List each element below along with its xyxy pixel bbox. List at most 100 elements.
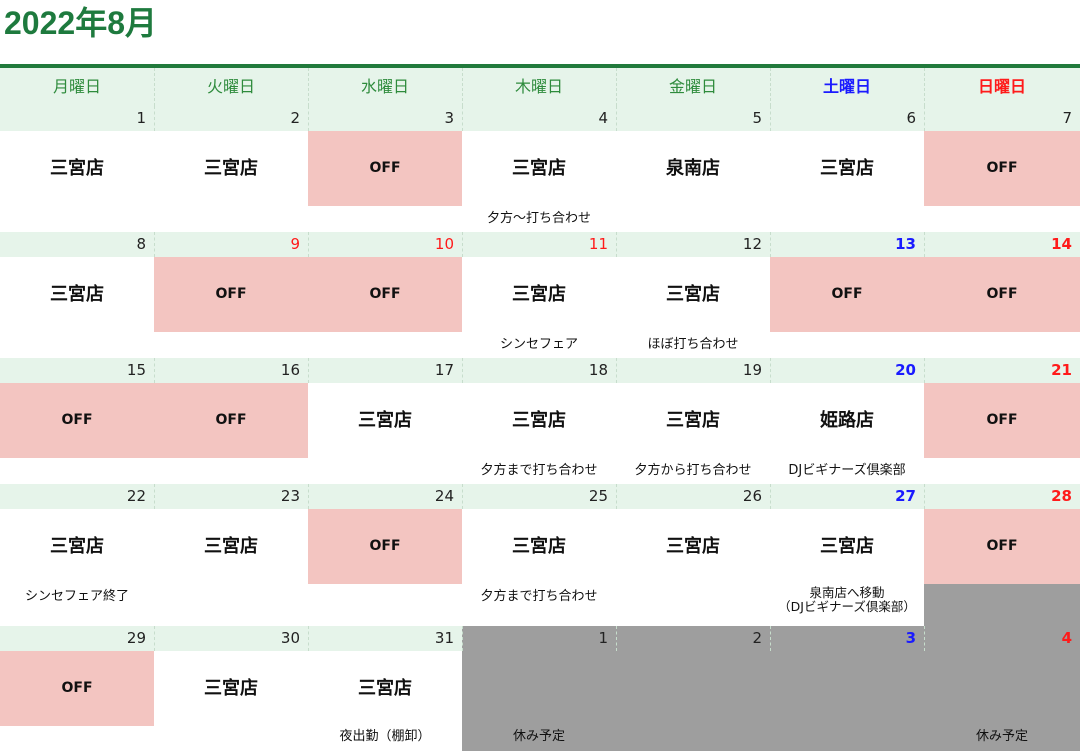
- calendar-day[interactable]: 7 OFF: [924, 106, 1080, 232]
- day-divider: [462, 232, 463, 257]
- day-divider: [154, 626, 155, 651]
- day-number: 31: [434, 629, 454, 647]
- day-divider: [308, 106, 309, 131]
- store-label: 三宮店: [512, 536, 566, 557]
- header-divider: [770, 68, 771, 106]
- day-number: 13: [895, 235, 916, 253]
- calendar-day[interactable]: 22 三宮店 シンセフェア終了: [0, 484, 154, 610]
- calendar-day[interactable]: 29 OFF: [0, 626, 154, 751]
- day-number: 19: [742, 361, 762, 379]
- off-label: OFF: [0, 383, 154, 458]
- calendar-day[interactable]: 3 OFF: [308, 106, 462, 232]
- calendar-day[interactable]: 21 OFF: [924, 358, 1080, 484]
- day-note: 泉南店へ移動 （DJビギナーズ倶楽部）: [778, 585, 916, 614]
- calendar-day[interactable]: 28 OFF: [924, 484, 1080, 626]
- day-note: 夕方まで打ち合わせ: [480, 589, 598, 604]
- day-number: 3: [444, 109, 454, 127]
- calendar-day[interactable]: 30 三宮店: [154, 626, 308, 751]
- day-number: 23: [280, 487, 300, 505]
- day-number: 9: [290, 235, 300, 253]
- day-divider: [924, 232, 925, 257]
- off-label: OFF: [308, 257, 462, 332]
- page-title: 2022年8月: [4, 5, 157, 41]
- calendar-day[interactable]: 16 OFF: [154, 358, 308, 484]
- day-number: 16: [280, 361, 300, 379]
- header-divider: [462, 68, 463, 106]
- day-number: 17: [434, 361, 454, 379]
- day-number: 20: [895, 361, 916, 379]
- day-number: 21: [1051, 361, 1072, 379]
- day-divider: [616, 358, 617, 383]
- calendar-day[interactable]: 2 三宮店: [154, 106, 308, 232]
- day-number: 4: [598, 109, 608, 127]
- calendar-day[interactable]: 9 OFF: [154, 232, 308, 358]
- off-label: OFF: [924, 383, 1080, 458]
- calendar-day[interactable]: 17 三宮店: [308, 358, 462, 484]
- calendar-day[interactable]: 31 三宮店 夜出勤（棚卸）: [308, 626, 462, 751]
- calendar-day[interactable]: 18 三宮店 夕方まで打ち合わせ: [462, 358, 616, 484]
- calendar-day-other-month[interactable]: 3: [770, 626, 924, 751]
- store-label: 三宮店: [820, 158, 874, 179]
- calendar-day-other-month[interactable]: 4 休み予定: [924, 626, 1080, 751]
- day-number: 11: [588, 235, 608, 253]
- day-divider: [462, 484, 463, 509]
- calendar-day[interactable]: 24 OFF: [308, 484, 462, 610]
- day-note: シンセフェア終了: [24, 589, 129, 604]
- store-label: 三宮店: [358, 410, 412, 431]
- off-label: OFF: [924, 509, 1080, 584]
- day-number: 12: [742, 235, 762, 253]
- calendar-day[interactable]: 20 姫路店 DJビギナーズ倶楽部: [770, 358, 924, 484]
- header-divider: [154, 68, 155, 106]
- calendar-day[interactable]: 4 三宮店 夕方～打ち合わせ: [462, 106, 616, 232]
- day-number: 2: [752, 629, 762, 647]
- day-divider: [154, 232, 155, 257]
- calendar-day-other-month[interactable]: 2: [616, 626, 770, 751]
- weekday-label: 金曜日: [668, 77, 717, 96]
- store-label: 三宮店: [512, 158, 566, 179]
- calendar-day[interactable]: 15 OFF: [0, 358, 154, 484]
- off-label: OFF: [154, 383, 308, 458]
- calendar-day[interactable]: 13 OFF: [770, 232, 924, 358]
- calendar-day[interactable]: 10 OFF: [308, 232, 462, 358]
- calendar-day[interactable]: 12 三宮店 ほぼ打ち合わせ: [616, 232, 770, 358]
- store-label: 三宮店: [204, 678, 258, 699]
- day-divider: [308, 232, 309, 257]
- day-number: 26: [742, 487, 762, 505]
- day-number: 7: [1062, 109, 1072, 127]
- grey-filler: [924, 584, 1080, 626]
- day-number: 5: [752, 109, 762, 127]
- day-divider: [924, 484, 925, 509]
- calendar-day[interactable]: 26 三宮店: [616, 484, 770, 610]
- calendar-day[interactable]: 6 三宮店: [770, 106, 924, 232]
- store-label: 姫路店: [820, 410, 874, 431]
- day-divider: [616, 106, 617, 131]
- calendar-day[interactable]: 27 三宮店 泉南店へ移動 （DJビギナーズ倶楽部）: [770, 484, 924, 614]
- calendar-day[interactable]: 19 三宮店 夕方から打ち合わせ: [616, 358, 770, 484]
- day-divider: [616, 484, 617, 509]
- weekday-label: 水曜日: [360, 77, 409, 96]
- off-label: OFF: [308, 131, 462, 206]
- store-label: 三宮店: [50, 284, 104, 305]
- store-label: 三宮店: [666, 536, 720, 557]
- calendar-day[interactable]: 5 泉南店: [616, 106, 770, 232]
- day-divider: [308, 358, 309, 383]
- calendar-day[interactable]: 11 三宮店 シンセフェア: [462, 232, 616, 358]
- calendar-day-other-month[interactable]: 1 休み予定: [462, 626, 616, 751]
- calendar-day[interactable]: 8 三宮店: [0, 232, 154, 358]
- off-label: OFF: [924, 131, 1080, 206]
- day-note: 夕方まで打ち合わせ: [480, 463, 598, 478]
- weekday-label: 火曜日: [206, 77, 255, 96]
- weekday-label: 日曜日: [977, 77, 1026, 96]
- calendar-day[interactable]: 25 三宮店 夕方まで打ち合わせ: [462, 484, 616, 610]
- day-note: ほぼ打ち合わせ: [647, 337, 739, 352]
- day-note: DJビギナーズ倶楽部: [788, 463, 906, 478]
- calendar-day[interactable]: 1 三宮店: [0, 106, 154, 232]
- day-number: 30: [280, 629, 300, 647]
- store-label: 三宮店: [820, 536, 874, 557]
- calendar-day[interactable]: 14 OFF: [924, 232, 1080, 358]
- day-divider: [308, 626, 309, 651]
- weekday-label: 土曜日: [822, 77, 871, 96]
- header-divider: [616, 68, 617, 106]
- calendar-day[interactable]: 23 三宮店: [154, 484, 308, 610]
- day-number: 6: [906, 109, 916, 127]
